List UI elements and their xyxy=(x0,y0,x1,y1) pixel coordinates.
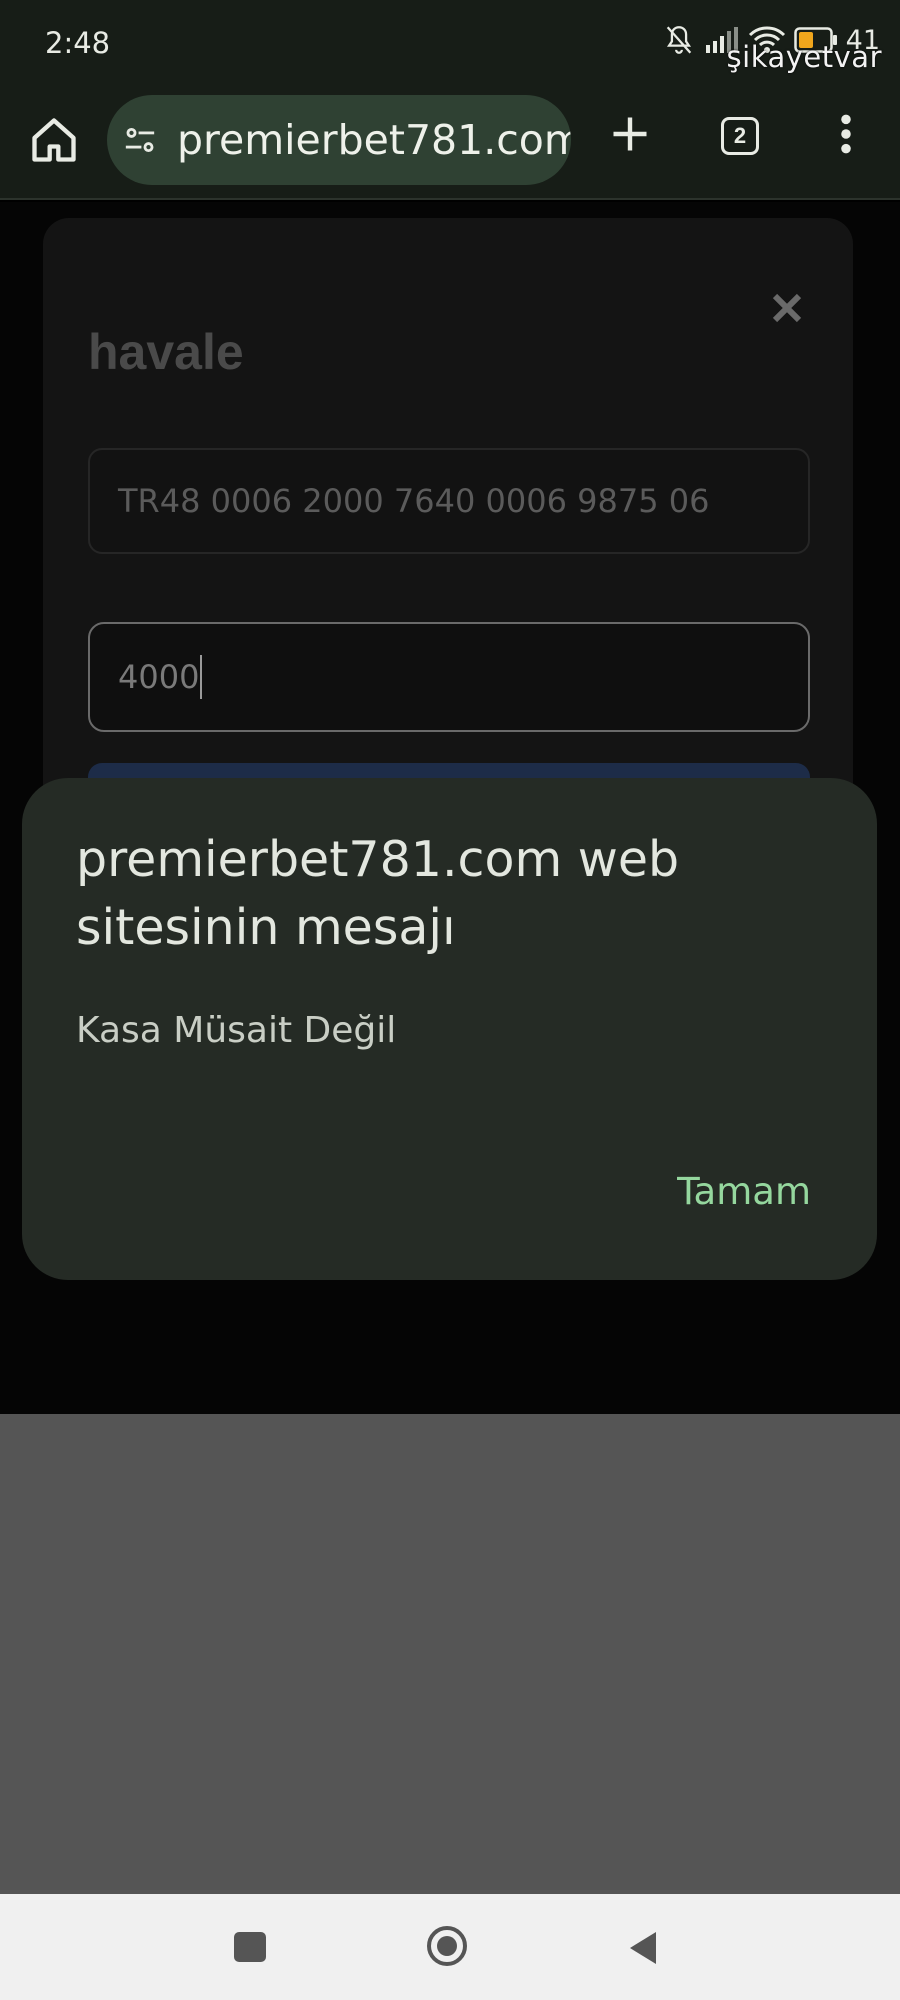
amount-input[interactable]: 4000 xyxy=(88,622,810,732)
iban-value: TR48 0006 2000 7640 0006 9875 06 xyxy=(118,482,710,520)
tab-switcher-button[interactable]: 2 xyxy=(721,117,759,155)
empty-area xyxy=(0,1414,900,1894)
modal-title: havale xyxy=(88,324,244,380)
browser-toolbar: premierbet781.com/ 2 xyxy=(0,90,900,200)
system-nav-bar xyxy=(0,1894,900,2000)
watermark-text: şikayetvar xyxy=(726,40,882,74)
amount-value: 4000 xyxy=(118,658,200,696)
status-time: 2:48 xyxy=(45,26,111,60)
ok-button[interactable]: Tamam xyxy=(677,1170,811,1213)
dialog-title: premierbet781.com web sitesinin mesajı xyxy=(76,831,680,956)
plus-icon[interactable] xyxy=(608,112,652,156)
site-settings-icon[interactable] xyxy=(123,123,157,157)
address-bar[interactable]: premierbet781.com/ xyxy=(107,95,571,185)
more-vert-icon[interactable] xyxy=(838,112,854,156)
close-icon[interactable] xyxy=(769,290,805,326)
iban-field[interactable]: TR48 0006 2000 7640 0006 9875 06 xyxy=(88,448,810,554)
tab-count: 2 xyxy=(733,123,747,148)
dialog-message: Kasa Müsait Değil xyxy=(76,1010,397,1051)
text-caret xyxy=(200,655,203,699)
status-bar: 2:48 41 şikayetvar xyxy=(0,0,900,90)
home-icon[interactable] xyxy=(28,114,80,166)
back-icon[interactable] xyxy=(626,1930,658,1966)
alert-dialog: premierbet781.com web sitesinin mesajı K… xyxy=(22,778,877,1280)
url-text[interactable]: premierbet781.com/ xyxy=(177,116,571,164)
home-circle-icon[interactable] xyxy=(425,1924,469,1968)
notifications-off-icon xyxy=(666,26,691,54)
recents-icon[interactable] xyxy=(234,1932,266,1962)
